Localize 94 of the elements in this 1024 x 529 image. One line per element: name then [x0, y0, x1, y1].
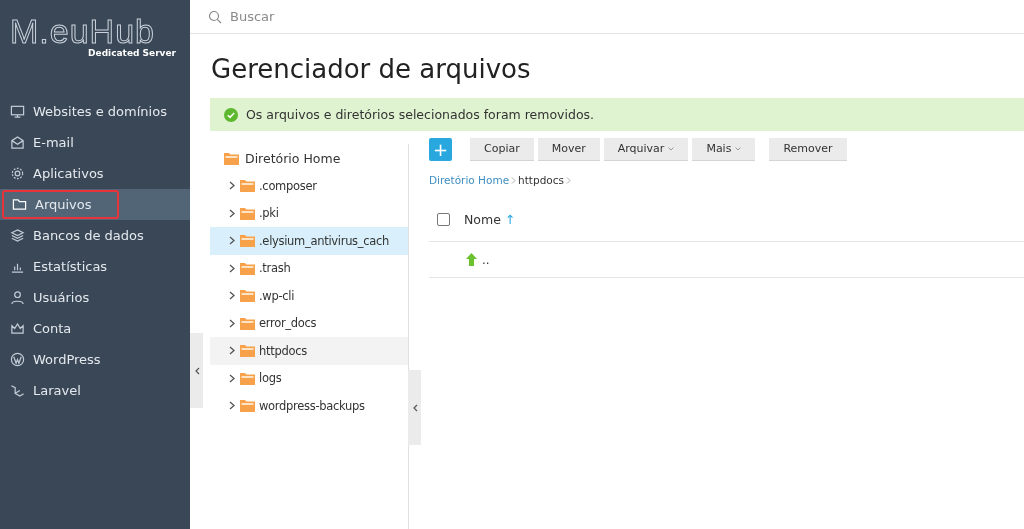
crown-icon [10, 321, 25, 336]
wordpress-icon [10, 352, 25, 367]
nav-label: Conta [33, 321, 72, 336]
tree-item[interactable]: .pki [210, 199, 408, 227]
tree-item[interactable]: .wp-cli [210, 282, 408, 310]
folder-icon [240, 206, 255, 220]
folder-icon [240, 371, 255, 385]
mail-icon [10, 135, 25, 150]
nav-label: Bancos de dados [33, 228, 144, 243]
chevron-right-icon[interactable] [228, 181, 236, 191]
breadcrumb-link[interactable]: Diretório Home [429, 174, 510, 186]
toolbar-button[interactable]: Mover [537, 137, 600, 161]
file-name: .. [482, 252, 490, 267]
toolbar-button[interactable]: Remover [769, 137, 847, 161]
chevron-right-icon[interactable] [228, 236, 236, 246]
folder-icon [240, 399, 255, 413]
toolbar-button[interactable]: Mais [692, 137, 756, 161]
sidebar-item[interactable]: E-mail [0, 127, 190, 158]
chevron-right-icon[interactable] [228, 401, 236, 411]
tree-item[interactable]: wordpress-backups [210, 392, 408, 420]
tree-root[interactable]: Diretório Home [210, 144, 408, 172]
tree-label: .wp-cli [259, 288, 295, 303]
sidebar-item[interactable]: Arquivos [0, 189, 190, 220]
nav-label: Aplicativos [33, 166, 104, 181]
nav-label: Arquivos [35, 197, 92, 212]
select-all-checkbox[interactable] [437, 213, 450, 226]
folder-icon [240, 344, 255, 358]
folder-icon [12, 197, 27, 212]
tree-label: .composer [259, 178, 317, 193]
sidebar-item[interactable]: WordPress [0, 344, 190, 375]
layers-icon [10, 228, 25, 243]
folder-icon [240, 289, 255, 303]
check-circle-icon [224, 107, 238, 122]
page-title: Gerenciador de arquivos [211, 54, 532, 84]
tree-label: .trash [259, 261, 291, 276]
tree-label: .pki [259, 206, 279, 221]
tree-label: httpdocs [259, 343, 307, 358]
tree-item[interactable]: error_docs [210, 309, 408, 337]
tree-label: wordpress-backups [259, 398, 365, 413]
nav-label: WordPress [33, 352, 101, 367]
tree-label: error_docs [259, 316, 317, 331]
tree-item[interactable]: .elysium_antivirus_cach [210, 227, 408, 255]
nav-label: Websites e domínios [33, 104, 167, 119]
toolbar-button[interactable]: Copiar [470, 137, 534, 161]
tree-label: logs [259, 371, 282, 386]
sidebar-item[interactable]: Laravel [0, 375, 190, 406]
tree-collapse-handle[interactable] [408, 370, 421, 445]
chevron-right-icon[interactable] [228, 318, 236, 328]
sidebar-item[interactable]: Websites e domínios [0, 96, 190, 127]
gear-icon [10, 166, 25, 181]
tree-item[interactable]: logs [210, 364, 408, 392]
tree-label: Diretório Home [245, 150, 341, 166]
chevron-right-icon[interactable] [228, 208, 236, 218]
toolbar-button[interactable]: Arquivar [603, 137, 689, 161]
chevron-right-icon[interactable] [228, 263, 236, 273]
nav-label: Laravel [33, 383, 81, 398]
nav-label: Usuários [33, 290, 90, 305]
chevron-right-icon[interactable] [228, 346, 236, 356]
up-arrow-icon [465, 253, 478, 266]
logo-name: M.euHub [10, 14, 155, 48]
caret-icon [735, 146, 742, 151]
chevron-right-icon[interactable] [228, 373, 236, 383]
caret-icon [668, 146, 675, 151]
breadcrumb-current: httpdocs [518, 174, 564, 186]
nav-label: Estatísticas [33, 259, 108, 274]
chevron-left-icon[interactable] [411, 403, 418, 412]
notice-text: Os arquivos e diretórios selecionados foram removidos. [246, 107, 594, 122]
folder-icon [240, 234, 255, 248]
sidebar-item[interactable]: Bancos de dados [0, 220, 190, 251]
folder-icon [224, 151, 239, 165]
tree-item[interactable]: httpdocs [210, 337, 408, 365]
chevron-left-icon[interactable] [193, 366, 200, 375]
logo-tagline: Dedicated Server [88, 48, 176, 58]
sidebar-item[interactable]: Estatísticas [0, 251, 190, 282]
user-icon [10, 290, 25, 305]
chevron-right-icon [566, 176, 571, 184]
laravel-icon [10, 383, 25, 398]
folder-icon [240, 179, 255, 193]
tree-label: .elysium_antivirus_cach [259, 233, 390, 248]
sidebar-collapse-handle[interactable] [190, 333, 203, 408]
sidebar-item[interactable]: Usuários [0, 282, 190, 313]
sidebar-item[interactable]: Conta [0, 313, 190, 344]
nav-label: E-mail [33, 135, 74, 150]
folder-icon [240, 261, 255, 275]
sidebar-item[interactable]: Aplicativos [0, 158, 190, 189]
tree-item[interactable]: .trash [210, 254, 408, 282]
table-row[interactable]: .. [429, 242, 1024, 278]
chevron-right-icon[interactable] [228, 291, 236, 301]
monitor-icon [10, 104, 25, 119]
tree-item[interactable]: .composer [210, 172, 408, 200]
folder-icon [240, 316, 255, 330]
column-header[interactable]: Nome ↑ [464, 212, 516, 227]
chevron-right-icon [511, 176, 517, 184]
search-icon [208, 9, 222, 24]
